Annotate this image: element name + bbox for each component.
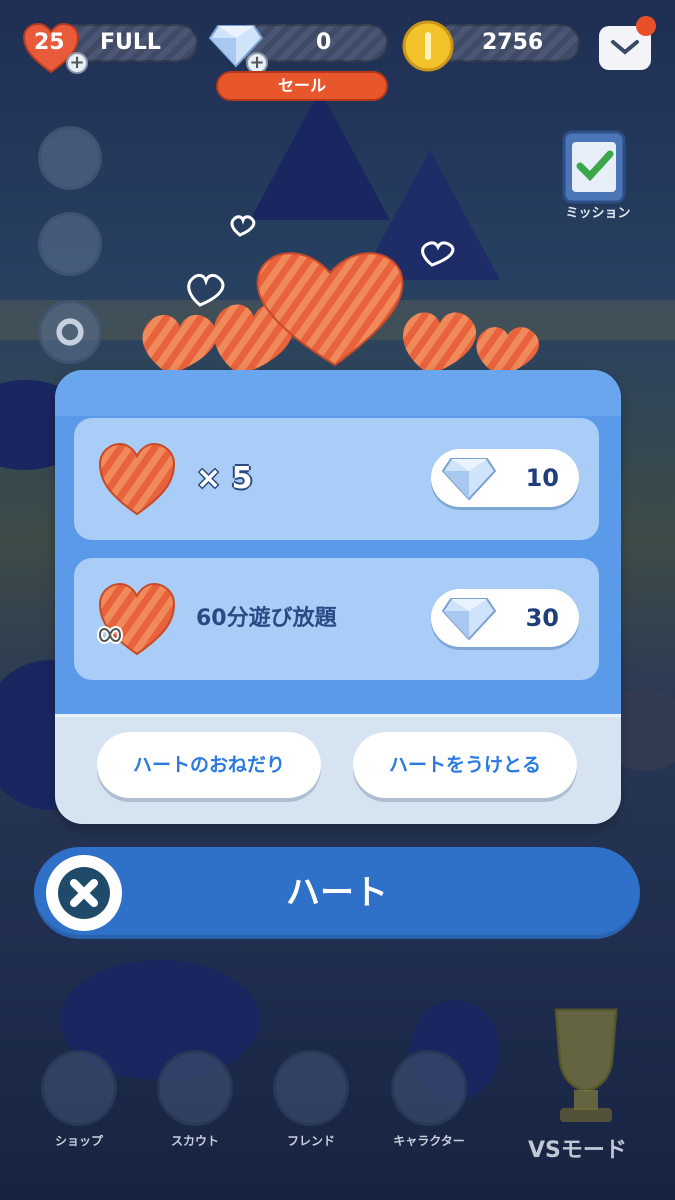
scout-icon — [157, 1050, 233, 1126]
shop-icon — [41, 1050, 117, 1126]
nav-character[interactable]: キャラクター — [384, 1050, 474, 1150]
vs-mode-label[interactable]: VSモード — [528, 1132, 627, 1164]
gems-count: 0 — [316, 30, 332, 55]
friend-icon — [273, 1050, 349, 1126]
top-bar: 25 + FULL + 0 2756 — [0, 18, 675, 78]
nav-friend[interactable]: フレンド — [266, 1050, 356, 1150]
nav-label: フレンド — [286, 1134, 335, 1148]
mission-label: ミッション — [565, 206, 631, 221]
megaphone-icon[interactable] — [38, 212, 102, 276]
heart-purchase-modal: × 5 10 60分遊び放題 30 ハートのおねだり ハートをうけとる — [55, 370, 621, 824]
infinity-icon — [96, 626, 124, 644]
heart-icon — [98, 442, 176, 516]
compass-icon[interactable] — [38, 126, 102, 190]
list-item: 60分遊び放題 30 — [74, 558, 599, 680]
add-hearts-plus-icon[interactable]: + — [66, 52, 88, 74]
character-icon — [391, 1050, 467, 1126]
coin-icon — [402, 20, 454, 72]
receive-hearts-button[interactable]: ハートをうけとる — [353, 732, 577, 798]
modal-header-stripe — [55, 370, 621, 416]
buy-unlimited-hearts-button[interactable]: 30 — [431, 589, 579, 647]
gear-icon[interactable] — [38, 300, 102, 364]
hearts-pile-decoration — [142, 215, 540, 377]
bottom-nav: ショップ スカウト フレンド キャラクター — [0, 1008, 675, 1200]
request-hearts-button[interactable]: ハートのおねだり — [97, 732, 321, 798]
modal-title: ハート — [286, 873, 388, 913]
nav-label: ショップ — [54, 1134, 103, 1148]
notification-dot — [636, 16, 656, 36]
hearts-count: 25 — [34, 30, 65, 55]
sale-button[interactable]: セール — [216, 71, 388, 101]
buy-5-hearts-button[interactable]: 10 — [431, 449, 579, 507]
trophy-icon[interactable] — [526, 1000, 646, 1130]
price-value: 30 — [525, 604, 559, 632]
nav-label: キャラクター — [393, 1134, 465, 1148]
unlimited-play-label: 60分遊び放題 — [196, 606, 337, 631]
gem-icon — [441, 598, 497, 641]
nav-scout[interactable]: スカウト — [150, 1050, 240, 1150]
price-value: 10 — [525, 464, 559, 492]
modal-title-bar: ハート — [34, 847, 640, 939]
mission-clipboard-icon[interactable] — [552, 120, 636, 210]
gem-icon — [441, 458, 497, 501]
coins-count: 2756 — [482, 30, 544, 55]
hearts-status: FULL — [100, 30, 161, 55]
heart-quantity-label: × 5 — [196, 461, 253, 496]
list-item: × 5 10 — [74, 418, 599, 540]
nav-shop[interactable]: ショップ — [34, 1050, 124, 1150]
nav-label: スカウト — [170, 1134, 219, 1148]
